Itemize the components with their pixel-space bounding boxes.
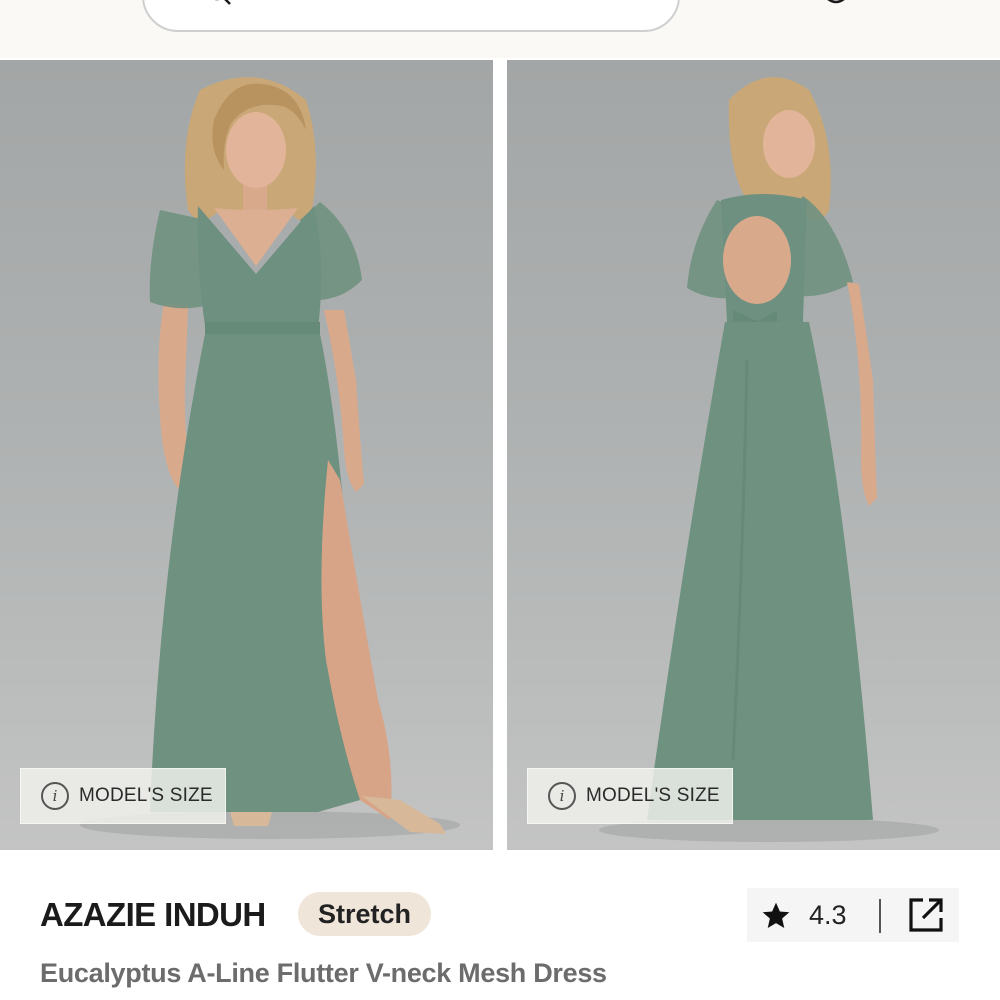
top-bar: [0, 0, 1000, 58]
info-icon: i: [548, 782, 576, 810]
stretch-tag: Stretch: [298, 892, 432, 936]
model-size-label: MODEL'S SIZE: [586, 785, 720, 806]
menu-icon[interactable]: [906, 0, 956, 4]
product-image-back[interactable]: i MODEL'S SIZE: [507, 60, 1000, 850]
star-icon: [759, 900, 793, 937]
share-icon[interactable]: [907, 896, 945, 939]
divider: [879, 899, 881, 933]
product-image-front[interactable]: i MODEL'S SIZE: [0, 60, 493, 850]
bag-icon[interactable]: [826, 0, 846, 6]
brand-name[interactable]: AZAZIE INDUH: [40, 896, 266, 934]
model-size-button[interactable]: i MODEL'S SIZE: [527, 768, 733, 824]
model-size-button[interactable]: i MODEL'S SIZE: [20, 768, 226, 824]
info-icon: i: [41, 782, 69, 810]
rating-value[interactable]: 4.3: [809, 900, 847, 931]
rating-share-bar: 4.3: [747, 888, 959, 942]
product-title: Eucalyptus A-Line Flutter V-neck Mesh Dr…: [40, 958, 607, 988]
product-page: i MODEL'S SIZE i MODEL'S SIZE AZAZIE IND…: [0, 0, 1000, 1000]
model-size-label: MODEL'S SIZE: [79, 785, 213, 806]
search-icon[interactable]: [206, 0, 232, 6]
product-gallery: i MODEL'S SIZE i MODEL'S SIZE: [0, 58, 1000, 850]
